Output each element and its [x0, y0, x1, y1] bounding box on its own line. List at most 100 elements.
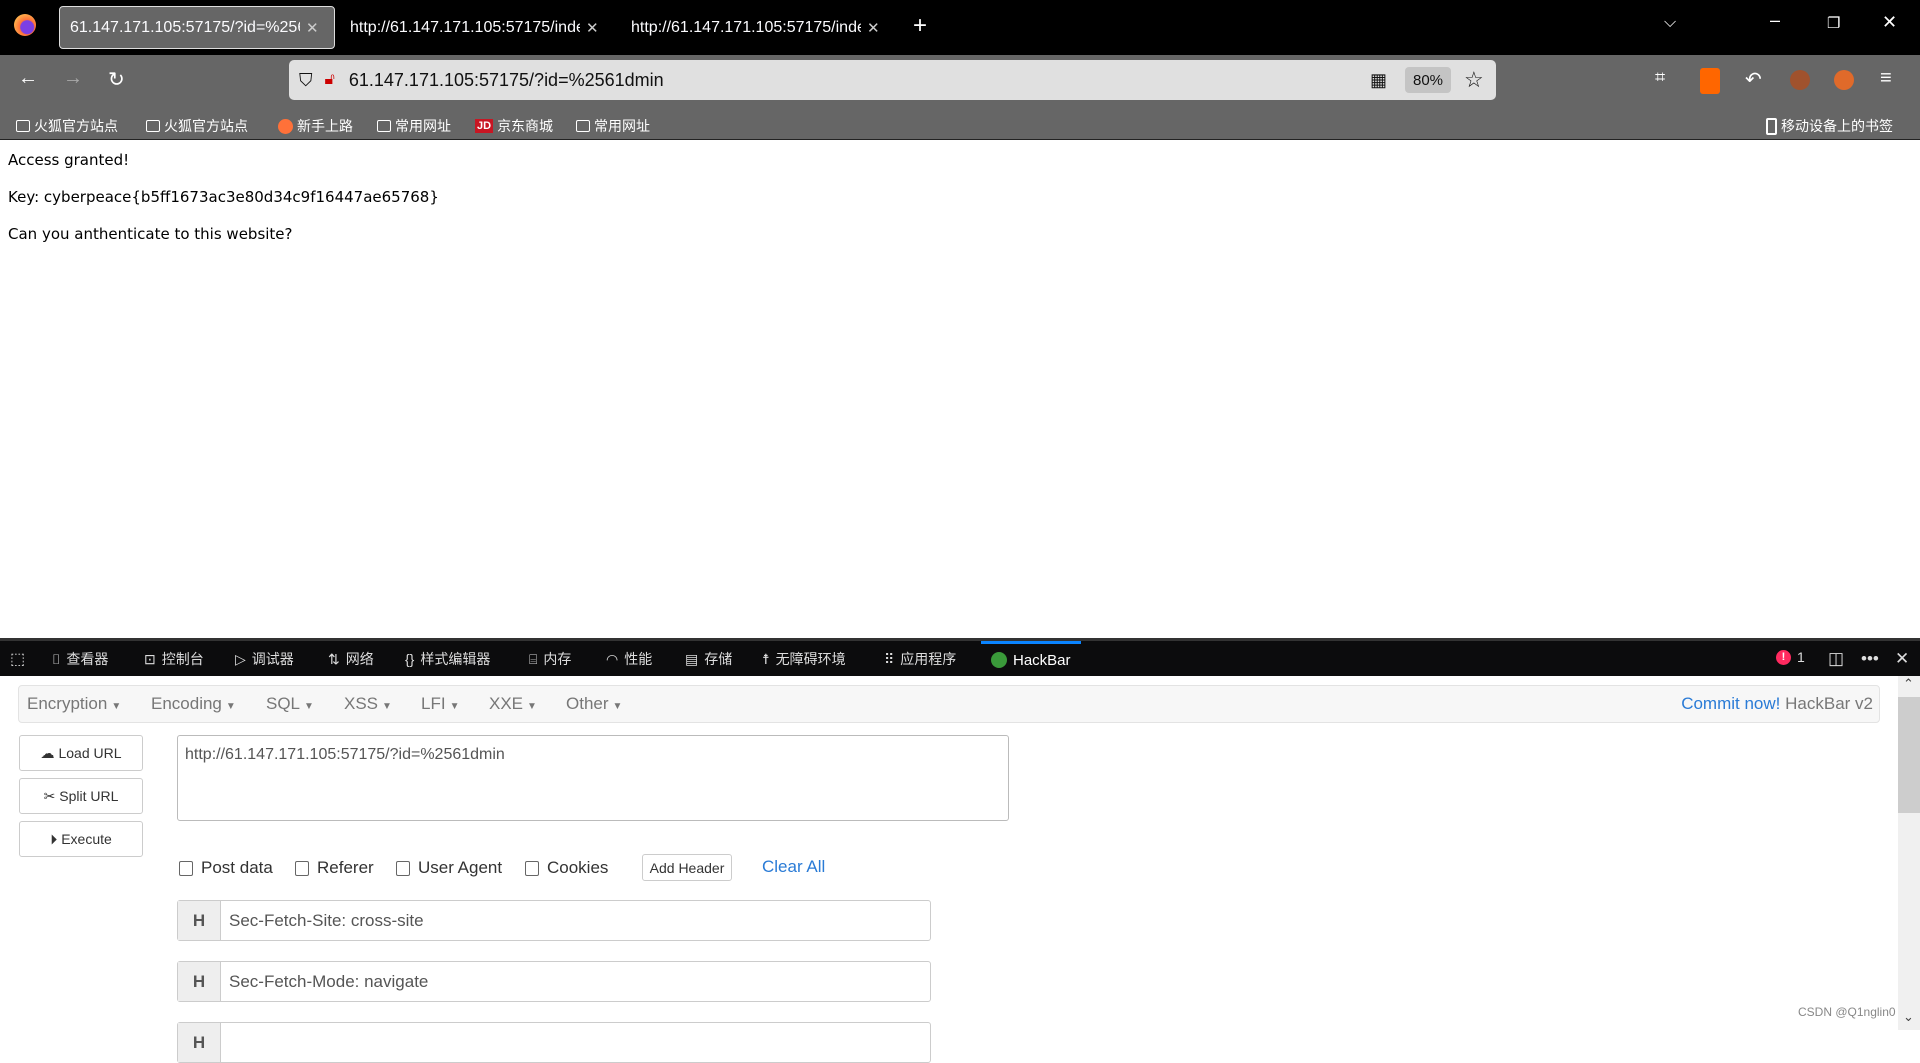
bookmark-item[interactable]: 火狐官方站点 [16, 116, 118, 136]
new-tab-icon[interactable]: + [913, 12, 927, 40]
commit-area: Commit now! HackBar v2 [1681, 694, 1873, 714]
devtools-tab-console[interactable]: ⊡ 控制台 [144, 649, 204, 669]
bookmark-item[interactable]: 常用网址 [576, 116, 650, 136]
debugger-icon: ▷ [235, 650, 246, 667]
tab-2[interactable]: http://61.147.171.105:57175/index ✕ [340, 6, 616, 49]
devtools-tab-application[interactable]: ⠿ 应用程序 [884, 649, 956, 669]
reload-icon[interactable]: ↻ [108, 67, 125, 92]
list-tabs-chevron-icon[interactable]: ⌵ [1664, 14, 1676, 32]
error-count[interactable]: ! 1 [1776, 649, 1805, 665]
mobile-bookmarks[interactable]: 移动设备上的书签 [1766, 116, 1893, 136]
checkbox-box[interactable] [525, 860, 539, 876]
devtools-tab-memory[interactable]: ⌸ 内存 [529, 649, 571, 669]
scroll-up-icon[interactable]: ⌃ [1903, 676, 1914, 692]
scrollbar[interactable]: ⌃ ⌄ [1898, 676, 1920, 1030]
devtools-toolbar: ⬚ ⌷ 查看器 ⊡ 控制台 ▷ 调试器 ⇅ 网络 {} 样式编辑器 ⌸ 内存 ◠ 性能 ▤ 存储… [0, 638, 1920, 676]
restore-icon[interactable]: ❐ [1827, 14, 1840, 32]
extension-icon[interactable] [1834, 70, 1854, 90]
clear-all-link[interactable]: Clear All [762, 857, 825, 877]
tab-label: 无障碍环境 [775, 651, 846, 667]
commit-now-link[interactable]: Commit now! [1681, 694, 1780, 713]
menu-icon[interactable]: ≡ [1880, 67, 1892, 90]
execute-button[interactable]: ⏵ Execute [19, 821, 143, 857]
menu-other[interactable]: Other ▼ [566, 694, 622, 714]
responsive-design-icon[interactable]: ◫ [1828, 649, 1844, 669]
tab-3[interactable]: http://61.147.171.105:57175/index ✕ [621, 6, 897, 49]
forward-icon[interactable]: → [63, 67, 83, 90]
url-textarea[interactable]: http://61.147.171.105:57175/?id=%2561dmi… [177, 735, 1009, 821]
checkbox-box[interactable] [179, 860, 193, 876]
firefox-logo-icon [14, 14, 36, 36]
page-content: Access granted! Key: cyberpeace{b5ff1673… [8, 148, 439, 259]
network-icon: ⇅ [328, 650, 340, 667]
scroll-down-icon[interactable]: ⌄ [1903, 1009, 1914, 1025]
post-data-checkbox[interactable]: Post data [179, 858, 273, 878]
header-row: H [177, 1022, 931, 1063]
zoom-level[interactable]: 80% [1405, 67, 1451, 93]
cookie-extension-icon[interactable] [1790, 70, 1810, 90]
bookmark-item[interactable]: JD 京东商城 [475, 116, 553, 136]
menu-label: Encryption [27, 694, 108, 713]
close-tab-icon[interactable]: ✕ [586, 19, 599, 37]
devtools-tab-hackbar[interactable]: HackBar [981, 641, 1081, 676]
header-input[interactable]: Sec-Fetch-Mode: navigate [221, 962, 428, 1001]
bookmark-star-icon[interactable]: ☆ [1464, 67, 1484, 93]
bookmark-item[interactable]: 新手上路 [278, 116, 353, 136]
undo-extension-icon[interactable]: ↶ [1745, 67, 1762, 92]
screenshot-crop-icon[interactable]: ⌗ [1655, 67, 1665, 88]
checkbox-box[interactable] [295, 860, 309, 876]
checkbox-box[interactable] [396, 860, 410, 876]
split-url-button[interactable]: ✂ Split URL [19, 778, 143, 814]
close-devtools-icon[interactable]: ✕ [1895, 649, 1909, 669]
bookmark-item[interactable]: 常用网址 [377, 116, 451, 136]
menu-lfi[interactable]: LFI ▼ [421, 694, 459, 714]
devtools-tab-performance[interactable]: ◠ 性能 [606, 649, 652, 669]
cookies-checkbox[interactable]: Cookies [525, 858, 608, 878]
scrollbar-thumb[interactable] [1898, 697, 1920, 813]
load-url-button[interactable]: ☁ Load URL [19, 735, 143, 771]
scissors-icon: ✂ [43, 787, 56, 804]
devtools-tab-debugger[interactable]: ▷ 调试器 [235, 649, 294, 669]
caret-down-icon: ▼ [111, 701, 122, 712]
checkbox-label: Cookies [547, 858, 609, 877]
referer-checkbox[interactable]: Referer [295, 858, 374, 878]
back-icon[interactable]: ← [18, 67, 38, 90]
menu-xss[interactable]: XSS ▼ [344, 694, 392, 714]
bookmark-label: 常用网址 [594, 118, 650, 134]
devtools-tab-network[interactable]: ⇅ 网络 [328, 649, 374, 669]
menu-encoding[interactable]: Encoding ▼ [151, 694, 236, 714]
shield-icon[interactable]: ⛉ [299, 70, 313, 91]
close-window-icon[interactable]: ✕ [1882, 12, 1897, 33]
tab-title: http://61.147.171.105:57175/index [631, 18, 861, 36]
bookmark-label: 京东商城 [497, 118, 554, 134]
minimize-icon[interactable]: – [1770, 10, 1780, 31]
menu-xxe[interactable]: XXE ▼ [489, 694, 537, 714]
checkbox-label: Post data [201, 858, 273, 877]
address-bar[interactable]: ⛉ 🔓︎ 61.147.171.105:57175/?id=%2561dmin … [289, 60, 1496, 100]
tab-label: 应用程序 [900, 651, 957, 667]
menu-encryption[interactable]: Encryption ▼ [27, 694, 121, 714]
menu-sql[interactable]: SQL ▼ [266, 694, 314, 714]
caret-down-icon: ▼ [225, 701, 236, 712]
header-input[interactable]: Sec-Fetch-Site: cross-site [221, 901, 424, 940]
flash-extension-icon[interactable] [1700, 68, 1720, 94]
close-tab-icon[interactable]: ✕ [867, 19, 880, 37]
close-tab-icon[interactable]: ✕ [306, 19, 319, 37]
header-input[interactable] [221, 1023, 229, 1062]
devtools-tab-accessibility[interactable]: ☨ 无障碍环境 [762, 649, 846, 669]
insecure-lock-icon[interactable]: 🔓︎ [325, 71, 335, 89]
element-picker-icon[interactable]: ⬚ [10, 649, 25, 669]
button-label: Load URL [58, 745, 122, 761]
user-agent-checkbox[interactable]: User Agent [396, 858, 502, 878]
braces-icon: {} [405, 651, 415, 667]
devtools-tab-storage[interactable]: ▤ 存储 [685, 649, 732, 669]
tab-1[interactable]: 61.147.171.105:57175/?id=%2561dmin ✕ [59, 6, 335, 49]
qr-code-icon[interactable]: ▦ [1370, 70, 1387, 91]
url-text[interactable]: 61.147.171.105:57175/?id=%2561dmin [349, 70, 664, 91]
devtools-tab-inspector[interactable]: ⌷ 查看器 [52, 649, 108, 669]
add-header-button[interactable]: Add Header [642, 854, 732, 881]
more-options-icon[interactable]: ••• [1861, 649, 1879, 669]
devtools-tab-style-editor[interactable]: {} 样式编辑器 [405, 649, 490, 669]
header-tag: H [178, 962, 221, 1001]
bookmark-item[interactable]: 火狐官方站点 [146, 116, 248, 136]
